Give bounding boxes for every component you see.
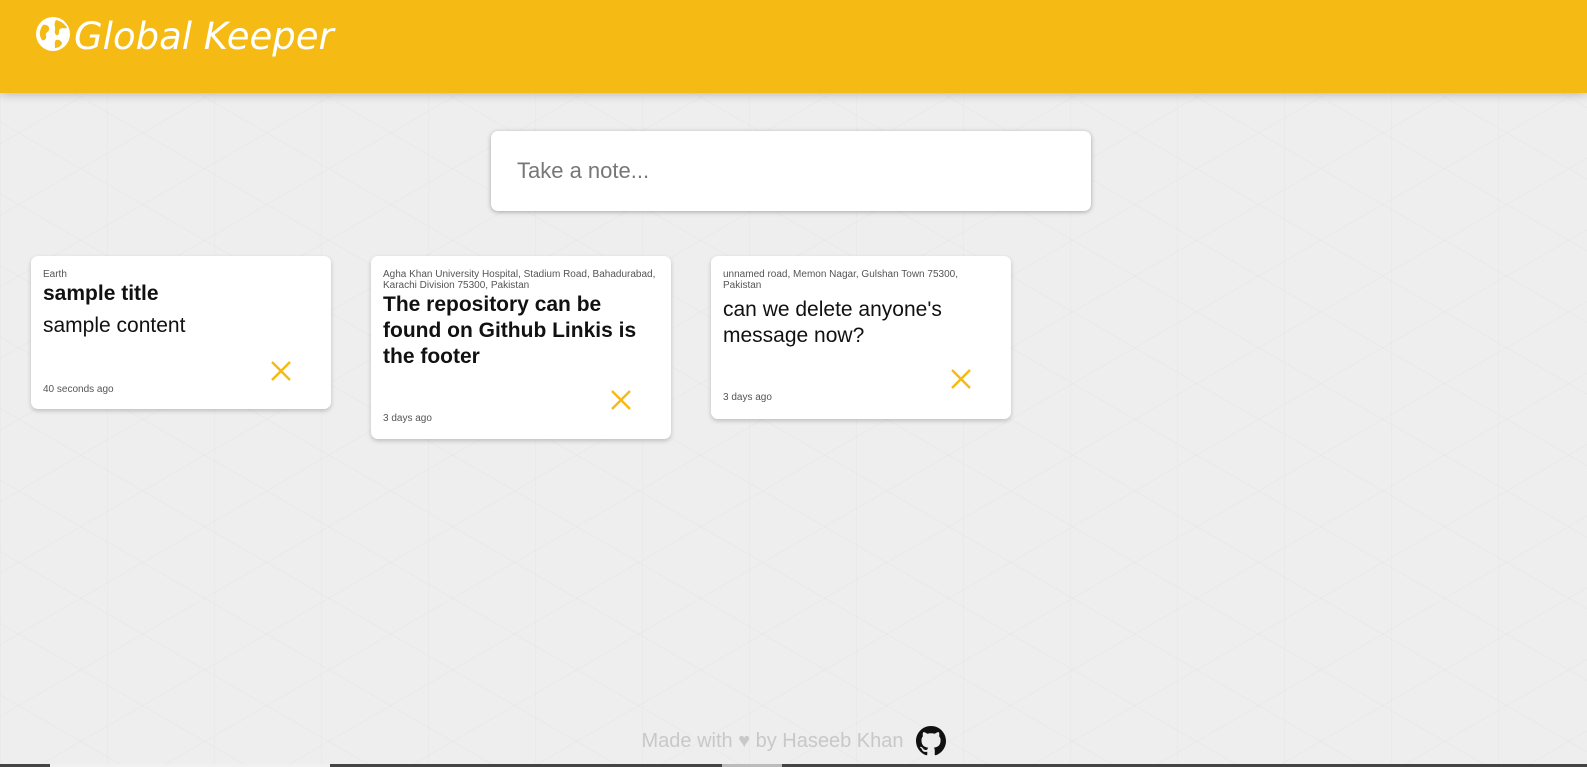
note-title: sample title — [43, 282, 159, 305]
app-title: Global Keeper — [74, 15, 334, 58]
app-header: Global Keeper — [0, 0, 1587, 93]
close-icon — [271, 361, 291, 381]
note-footer: 40 seconds ago — [43, 357, 319, 395]
close-icon — [951, 369, 971, 389]
note-footer: 3 days ago — [723, 365, 999, 403]
github-icon — [915, 726, 946, 756]
note-card: unnamed road, Memon Nagar, Gulshan Town … — [711, 256, 1011, 419]
footer-credit: Made with ♥ by Haseeb Khan — [641, 729, 904, 752]
github-link[interactable] — [915, 726, 946, 756]
take-note-input[interactable] — [515, 157, 1067, 185]
note-timestamp: 3 days ago — [383, 413, 432, 424]
note-location: Earth — [43, 269, 67, 280]
delete-note-button[interactable] — [267, 357, 295, 385]
note-card: Earth sample title sample content 40 sec… — [31, 256, 331, 409]
note-content: sample content — [43, 314, 186, 337]
globe-icon — [34, 15, 72, 53]
create-note-form — [491, 131, 1091, 211]
note-timestamp: 3 days ago — [723, 392, 772, 403]
page-footer: Made with ♥ by Haseeb Khan — [0, 726, 1587, 756]
brand: Global Keeper — [34, 15, 334, 58]
note-location: unnamed road, Memon Nagar, Gulshan Town … — [723, 269, 958, 291]
note-card: Agha Khan University Hospital, Stadium R… — [371, 256, 671, 439]
note-footer: 3 days ago — [383, 386, 659, 424]
note-timestamp: 40 seconds ago — [43, 384, 114, 395]
note-title: The repository can be found on Github Li… — [383, 293, 637, 368]
delete-note-button[interactable] — [947, 365, 975, 393]
delete-note-button[interactable] — [607, 386, 635, 414]
close-icon — [611, 390, 631, 410]
note-location: Agha Khan University Hospital, Stadium R… — [383, 269, 656, 291]
note-content: can we delete anyone's message now? — [723, 298, 942, 347]
